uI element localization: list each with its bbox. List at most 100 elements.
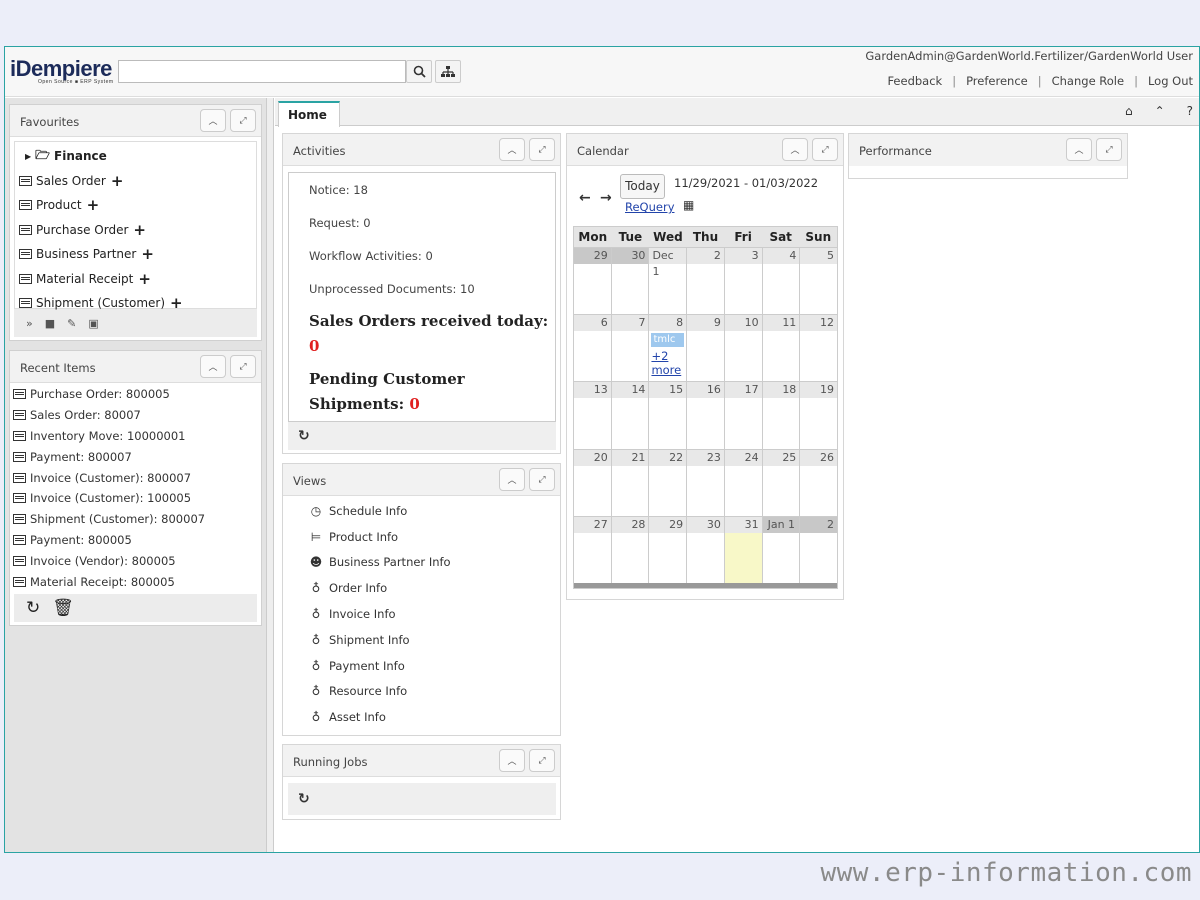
- recent-item[interactable]: Purchase Order: 800005: [10, 384, 261, 405]
- arrow-left-icon[interactable]: ←: [579, 190, 591, 206]
- workflow-link[interactable]: Workflow Activities: 0: [309, 239, 555, 272]
- preference-link[interactable]: Preference: [966, 74, 1028, 88]
- maximize-button[interactable]: ⤢: [230, 109, 256, 132]
- recent-item[interactable]: Material Receipt: 800005: [10, 571, 261, 592]
- change-role-link[interactable]: Change Role: [1052, 74, 1124, 88]
- request-link[interactable]: Request: 0: [309, 206, 555, 239]
- maximize-button[interactable]: ⤢: [529, 749, 555, 772]
- calendar-day[interactable]: Jan 1: [762, 516, 801, 583]
- calendar-day[interactable]: 10: [724, 315, 763, 382]
- calendar-day[interactable]: 29: [574, 248, 612, 315]
- collapse-button[interactable]: ︿: [499, 138, 525, 161]
- save-icon[interactable]: ▣: [88, 317, 98, 330]
- recent-item[interactable]: Inventory Move: 10000001: [10, 426, 261, 447]
- recent-item[interactable]: Payment: 800005: [10, 530, 261, 551]
- calendar-icon[interactable]: ▦: [683, 198, 694, 212]
- calendar-day[interactable]: 30: [687, 516, 725, 583]
- plus-icon[interactable]: +: [170, 294, 183, 312]
- calendar-scrollbar[interactable]: [574, 582, 837, 588]
- refresh-icon[interactable]: ↻: [298, 791, 310, 807]
- maximize-button[interactable]: ⤢: [812, 138, 838, 161]
- calendar-day[interactable]: 4: [762, 248, 801, 315]
- plus-icon[interactable]: +: [133, 221, 146, 239]
- refresh-icon[interactable]: ↻: [26, 598, 40, 618]
- folder-icon[interactable]: ■: [45, 317, 55, 330]
- more-events-link[interactable]: +2 more: [651, 349, 686, 377]
- recent-item[interactable]: Invoice (Customer): 800007: [10, 467, 261, 488]
- favourite-item[interactable]: Sales Order +: [15, 169, 256, 194]
- plus-icon[interactable]: +: [141, 245, 154, 263]
- view-order-info[interactable]: ♁ Order Info: [283, 575, 560, 601]
- calendar-day[interactable]: 13: [574, 382, 612, 449]
- calendar-day[interactable]: 25: [762, 449, 801, 516]
- edit-icon[interactable]: ✎: [67, 317, 76, 330]
- collapse-button[interactable]: ︿: [499, 749, 525, 772]
- calendar-day[interactable]: 2: [687, 248, 725, 315]
- view-resource-info[interactable]: ♁ Resource Info: [283, 679, 560, 705]
- calendar-day[interactable]: 22: [649, 449, 688, 516]
- calendar-day[interactable]: 9: [687, 315, 725, 382]
- org-tree-button[interactable]: [435, 60, 461, 83]
- recent-item[interactable]: Sales Order: 80007: [10, 405, 261, 426]
- unprocessed-link[interactable]: Unprocessed Documents: 10: [309, 272, 555, 305]
- calendar-day[interactable]: 30: [611, 248, 650, 315]
- calendar-day[interactable]: 19: [800, 382, 838, 449]
- expand-all-icon[interactable]: »: [26, 317, 33, 330]
- calendar-day[interactable]: 12: [800, 315, 838, 382]
- collapse-all-icon[interactable]: ⌃: [1155, 104, 1165, 118]
- maximize-button[interactable]: ⤢: [529, 468, 555, 491]
- arrow-right-icon[interactable]: →: [600, 190, 612, 206]
- search-button[interactable]: [406, 60, 432, 83]
- today-button[interactable]: Today: [620, 174, 665, 199]
- favourites-folder[interactable]: ▶ 🗁 Finance: [15, 144, 256, 169]
- collapse-button[interactable]: ︿: [782, 138, 808, 161]
- feedback-link[interactable]: Feedback: [887, 74, 942, 88]
- calendar-day[interactable]: 6: [574, 315, 612, 382]
- calendar-day[interactable]: 21: [611, 449, 650, 516]
- plus-icon[interactable]: +: [111, 172, 124, 190]
- calendar-event[interactable]: tmlc: [651, 333, 685, 348]
- calendar-day[interactable]: 20: [574, 449, 612, 516]
- calendar-day[interactable]: 29: [649, 516, 688, 583]
- calendar-day[interactable]: 28: [611, 516, 650, 583]
- view-schedule-info[interactable]: ◷ Schedule Info: [283, 498, 560, 524]
- maximize-button[interactable]: ⤢: [1096, 138, 1122, 161]
- view-business-partner-info[interactable]: ☻ Business Partner Info: [283, 550, 560, 576]
- calendar-day[interactable]: 27: [574, 516, 612, 583]
- calendar-day[interactable]: 17: [724, 382, 763, 449]
- view-product-info[interactable]: ⊨ Product Info: [283, 524, 560, 550]
- plus-icon[interactable]: +: [138, 270, 151, 288]
- view-invoice-info[interactable]: ♁ Invoice Info: [283, 601, 560, 627]
- collapse-button[interactable]: ︿: [499, 468, 525, 491]
- view-shipment-info[interactable]: ♁ Shipment Info: [283, 627, 560, 653]
- view-asset-info[interactable]: ♁ Asset Info: [283, 704, 560, 730]
- favourite-item[interactable]: Material Receipt +: [15, 267, 256, 292]
- recent-item[interactable]: Shipment (Customer): 800007: [10, 509, 261, 530]
- calendar-day[interactable]: 24: [724, 449, 763, 516]
- plus-icon[interactable]: +: [87, 196, 100, 214]
- notice-link[interactable]: Notice: 18: [309, 173, 555, 206]
- collapse-button[interactable]: ︿: [200, 355, 226, 378]
- collapse-button[interactable]: ︿: [1066, 138, 1092, 161]
- refresh-icon[interactable]: ↻: [298, 428, 310, 444]
- panel-splitter[interactable]: [267, 98, 274, 852]
- calendar-day[interactable]: 26: [800, 449, 838, 516]
- calendar-day[interactable]: 15: [649, 382, 688, 449]
- calendar-day[interactable]: 3: [724, 248, 763, 315]
- view-payment-info[interactable]: ♁ Payment Info: [283, 653, 560, 679]
- favourite-item[interactable]: Purchase Order +: [15, 218, 256, 243]
- recent-item[interactable]: Invoice (Vendor): 800005: [10, 550, 261, 571]
- maximize-button[interactable]: ⤢: [230, 355, 256, 378]
- calendar-day[interactable]: 16: [687, 382, 725, 449]
- calendar-day[interactable]: Dec 1: [649, 248, 688, 315]
- calendar-day[interactable]: 18: [762, 382, 801, 449]
- calendar-day[interactable]: 2: [800, 516, 838, 583]
- calendar-day[interactable]: 14: [611, 382, 650, 449]
- home-icon[interactable]: ⌂: [1125, 104, 1133, 118]
- logout-link[interactable]: Log Out: [1148, 74, 1193, 88]
- calendar-day-today[interactable]: 31: [724, 516, 763, 583]
- calendar-day[interactable]: 7: [611, 315, 650, 382]
- favourite-item[interactable]: Business Partner +: [15, 242, 256, 267]
- requery-link[interactable]: ReQuery: [625, 200, 675, 214]
- help-icon[interactable]: ?: [1187, 104, 1193, 118]
